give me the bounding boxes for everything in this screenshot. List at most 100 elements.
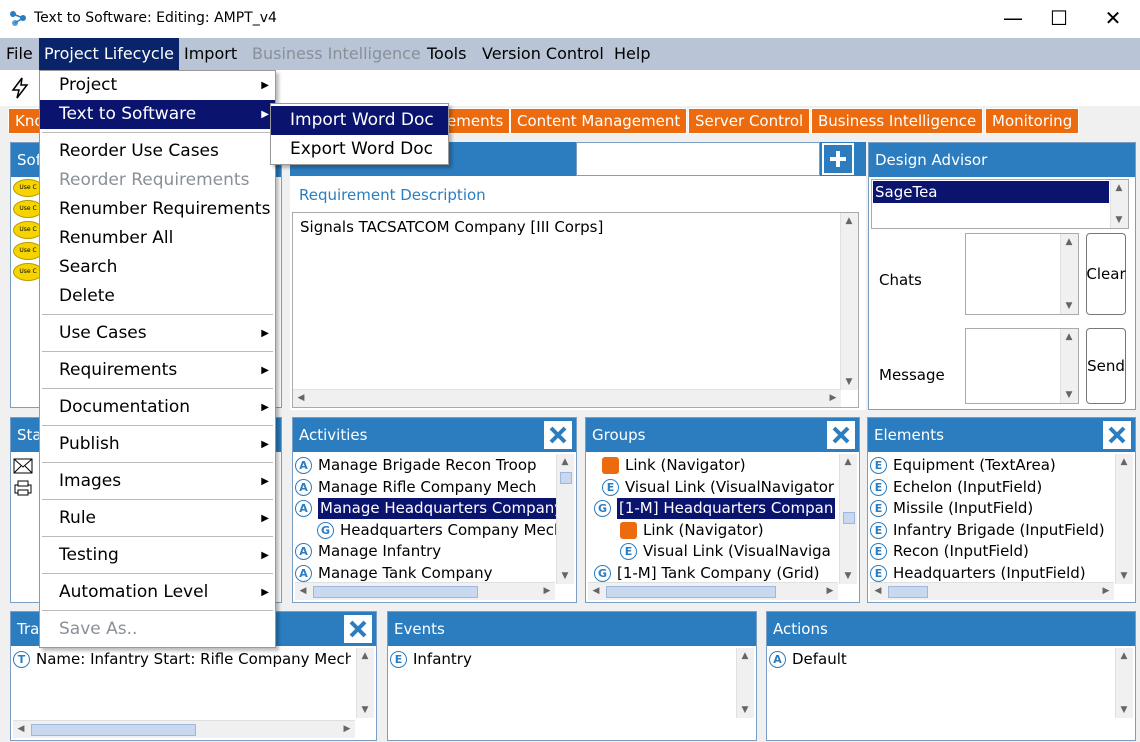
menu-item-automation-level[interactable]: Automation Level ▶: [40, 578, 275, 607]
clear-button[interactable]: Clear: [1086, 233, 1126, 315]
vertical-scrollbar[interactable]: ▲ ▼: [1115, 454, 1133, 584]
menu-project-lifecycle[interactable]: Project Lifecycle: [39, 38, 180, 70]
list-item[interactable]: A Manage Infantry: [295, 541, 557, 563]
menu-item-search[interactable]: Search: [40, 253, 275, 282]
close-groups-button[interactable]: [825, 419, 857, 451]
minimize-button[interactable]: —: [990, 0, 1036, 36]
menu-item-reorder-use-cases[interactable]: Reorder Use Cases: [40, 137, 275, 166]
scroll-down-icon[interactable]: ▼: [737, 702, 753, 718]
horizontal-scrollbar[interactable]: ◀ ▶: [870, 582, 1114, 600]
list-item[interactable]: G [1-M] Headquarters Compan: [588, 498, 840, 520]
list-item[interactable]: E Infantry Brigade (InputField): [870, 520, 1116, 542]
vertical-scrollbar[interactable]: ▲ ▼: [1110, 180, 1128, 228]
tab-requirements[interactable]: ements: [440, 108, 510, 134]
scroll-down-icon[interactable]: ▼: [1061, 298, 1077, 314]
tab-server-control[interactable]: Server Control: [688, 108, 811, 134]
list-item[interactable]: E Headquarters (InputField): [870, 563, 1116, 585]
scroll-down-icon[interactable]: ▼: [840, 568, 856, 584]
horizontal-scrollbar[interactable]: ◀ ▶: [295, 582, 555, 600]
requirement-title-field[interactable]: [576, 142, 820, 176]
menu-item-publish[interactable]: Publish ▶: [40, 430, 275, 459]
horizontal-scrollbar[interactable]: ◀ ▶: [588, 582, 838, 600]
scroll-up-icon[interactable]: ▲: [841, 213, 857, 229]
list-item[interactable]: G [1-M] Tank Company (Grid): [588, 563, 840, 585]
menu-item-use-cases[interactable]: Use Cases ▶: [40, 319, 275, 348]
tab-business-intelligence[interactable]: Business Intelligence: [811, 108, 984, 134]
vertical-scrollbar[interactable]: ▲ ▼: [840, 213, 858, 390]
scroll-left-icon[interactable]: ◀: [293, 390, 309, 406]
menu-item-delete[interactable]: Delete: [40, 282, 275, 311]
scroll-right-icon[interactable]: ▶: [539, 583, 555, 599]
scroll-right-icon[interactable]: ▶: [339, 721, 355, 737]
menu-version-control[interactable]: Version Control: [478, 38, 608, 70]
scroll-left-icon[interactable]: ◀: [295, 583, 311, 599]
list-item[interactable]: E Missile (InputField): [870, 498, 1116, 520]
scroll-down-icon[interactable]: ▼: [357, 702, 373, 718]
horizontal-scrollbar[interactable]: ◀ ▶: [293, 389, 841, 407]
advisor-list[interactable]: SageTea ▲ ▼: [871, 179, 1129, 229]
vertical-scrollbar[interactable]: ▲ ▼: [1115, 648, 1133, 718]
list-item[interactable]: A Default: [769, 649, 847, 671]
list-item[interactable]: Link (Navigator): [588, 455, 840, 477]
vertical-scrollbar[interactable]: ▲ ▼: [839, 454, 857, 584]
tab-content-management[interactable]: Content Management: [510, 108, 688, 134]
menu-item-import-word-doc[interactable]: Import Word Doc: [271, 106, 448, 135]
close-activities-button[interactable]: [542, 419, 574, 451]
menu-tools[interactable]: Tools: [423, 38, 470, 70]
scroll-left-icon[interactable]: ◀: [588, 583, 604, 599]
list-item[interactable]: E Echelon (InputField): [870, 477, 1116, 499]
scroll-up-icon[interactable]: ▲: [840, 454, 856, 470]
close-button[interactable]: ✕: [1090, 0, 1136, 36]
list-item[interactable]: E Visual Link (VisualNaviga: [588, 541, 840, 563]
scroll-down-icon[interactable]: ▼: [1061, 387, 1077, 403]
scroll-up-icon[interactable]: ▲: [1061, 329, 1077, 345]
scroll-thumb[interactable]: [31, 724, 196, 736]
chats-textarea[interactable]: ▲ ▼: [965, 233, 1079, 315]
menu-item-requirements[interactable]: Requirements ▶: [40, 356, 275, 385]
list-item[interactable]: E Equipment (TextArea): [870, 455, 1116, 477]
menu-item-documentation[interactable]: Documentation ▶: [40, 393, 275, 422]
scroll-thumb[interactable]: [843, 512, 855, 524]
scroll-thumb[interactable]: [313, 586, 478, 598]
menu-item-text-to-software[interactable]: Text to Software ▶: [40, 100, 275, 129]
scroll-up-icon[interactable]: ▲: [1116, 454, 1132, 470]
list-item[interactable]: A Manage Rifle Company Mech: [295, 477, 557, 499]
scroll-down-icon[interactable]: ▼: [557, 568, 573, 584]
menu-item-export-word-doc[interactable]: Export Word Doc: [271, 135, 448, 164]
scroll-down-icon[interactable]: ▼: [1111, 212, 1127, 228]
scroll-thumb[interactable]: [888, 586, 928, 598]
close-transitions-button[interactable]: [342, 613, 374, 645]
menu-item-rule[interactable]: Rule ▶: [40, 504, 275, 533]
menu-import[interactable]: Import: [180, 38, 241, 70]
scroll-down-icon[interactable]: ▼: [1116, 702, 1132, 718]
list-item[interactable]: T Name: Infantry Start: Rifle Company Me…: [13, 649, 351, 671]
message-textarea[interactable]: ▲ ▼: [965, 328, 1079, 404]
send-button[interactable]: Send: [1086, 328, 1126, 404]
close-elements-button[interactable]: [1101, 419, 1133, 451]
scroll-up-icon[interactable]: ▲: [1111, 180, 1127, 196]
vertical-scrollbar[interactable]: ▲ ▼: [736, 648, 754, 718]
scroll-up-icon[interactable]: ▲: [1061, 234, 1077, 250]
menu-file[interactable]: File: [2, 38, 37, 70]
scroll-left-icon[interactable]: ◀: [13, 721, 29, 737]
horizontal-scrollbar[interactable]: ◀ ▶: [13, 720, 355, 738]
requirement-description-textarea[interactable]: Signals TACSATCOM Company [III Corps] ▲ …: [292, 212, 859, 408]
list-item[interactable]: A Manage Brigade Recon Troop: [295, 455, 557, 477]
list-item[interactable]: G Headquarters Company Mech: [295, 520, 557, 542]
scroll-right-icon[interactable]: ▶: [822, 583, 838, 599]
menu-help[interactable]: Help: [610, 38, 654, 70]
scroll-thumb[interactable]: [606, 586, 776, 598]
add-requirement-button[interactable]: [822, 143, 854, 175]
scroll-left-icon[interactable]: ◀: [870, 583, 886, 599]
scroll-right-icon[interactable]: ▶: [825, 390, 841, 406]
menu-item-testing[interactable]: Testing ▶: [40, 541, 275, 570]
menu-item-renumber-requirements[interactable]: Renumber Requirements: [40, 195, 275, 224]
vertical-scrollbar[interactable]: ▲ ▼: [1060, 329, 1078, 403]
vertical-scrollbar[interactable]: ▲ ▼: [356, 648, 374, 718]
menu-item-project[interactable]: Project ▶: [40, 71, 275, 100]
scroll-down-icon[interactable]: ▼: [841, 374, 857, 390]
list-item[interactable]: Link (Navigator): [588, 520, 840, 542]
vertical-scrollbar[interactable]: ▲ ▼: [556, 454, 574, 584]
scroll-up-icon[interactable]: ▲: [357, 648, 373, 664]
list-item[interactable]: E Recon (InputField): [870, 541, 1116, 563]
